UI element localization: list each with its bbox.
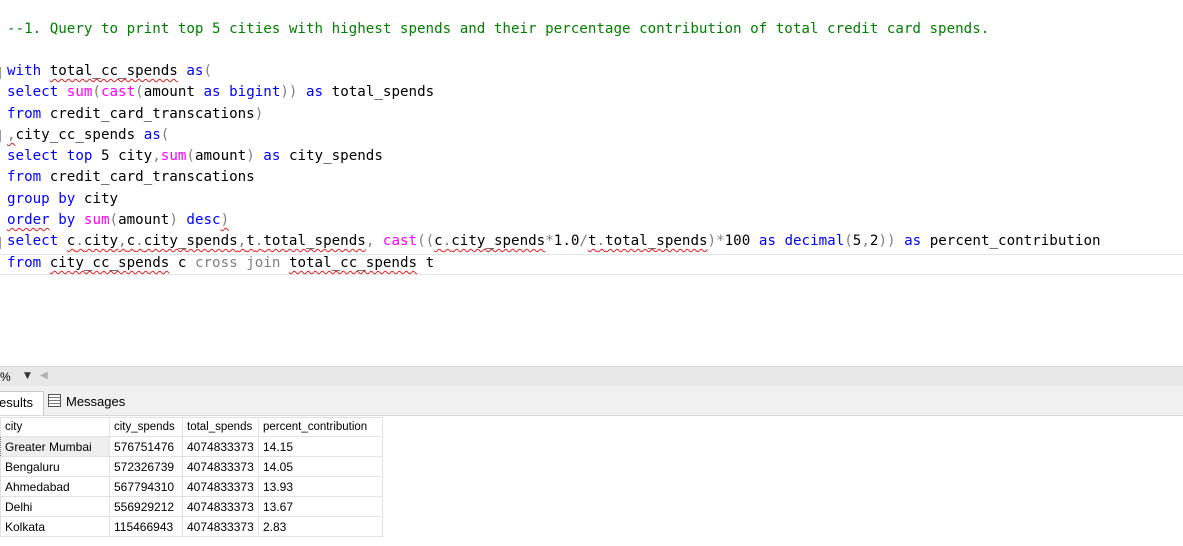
table-cell[interactable]: Kolkata	[0, 516, 110, 537]
results-grid: city city_spends total_spends percent_co…	[0, 417, 383, 537]
code-line-4: ,city_cc_spends as(	[7, 127, 170, 143]
tab-results-label: esults	[0, 395, 33, 410]
table-cell[interactable]: 4074833373	[182, 476, 259, 497]
table-cell[interactable]: 576751476	[109, 436, 183, 457]
table-cell[interactable]: Delhi	[0, 496, 110, 517]
table-cell[interactable]: Bengaluru	[0, 456, 110, 477]
table-cell[interactable]: 14.05	[258, 456, 383, 477]
editor-status-bar: % ▼ ◀	[0, 366, 1183, 387]
table-cell[interactable]: 567794310	[109, 476, 183, 497]
table-cell[interactable]: Greater Mumbai	[0, 436, 110, 457]
table-cell[interactable]: Ahmedabad	[0, 476, 110, 497]
table-row[interactable]: Ahmedabad 567794310 4074833373 13.93	[0, 476, 383, 497]
column-header[interactable]: percent_contribution	[258, 417, 383, 437]
results-pane: esults Messages city city_spends total_s…	[0, 386, 1183, 546]
table-cell[interactable]: 14.15	[258, 436, 383, 457]
table-row[interactable]: Bengaluru 572326739 4074833373 14.05	[0, 456, 383, 477]
code-line-9: select c.city,c.city_spends,t.total_spen…	[7, 233, 1101, 249]
table-cell[interactable]: 2.83	[258, 516, 383, 537]
tab-messages-label: Messages	[66, 394, 126, 409]
table-cell[interactable]: 4074833373	[182, 516, 259, 537]
table-cell[interactable]: 572326739	[109, 456, 183, 477]
table-cell[interactable]: 4074833373	[182, 436, 259, 457]
collapse-marker-icon[interactable]	[0, 67, 7, 79]
column-header[interactable]: city	[0, 417, 110, 437]
zoom-dropdown-icon[interactable]: ▼	[24, 371, 31, 381]
zoom-level[interactable]: %	[0, 370, 11, 384]
collapse-marker-icon[interactable]	[0, 130, 7, 142]
grid-header-row: city city_spends total_spends percent_co…	[0, 417, 383, 437]
code-comment: --1. Query to print top 5 cities with hi…	[7, 21, 990, 37]
table-row[interactable]: Kolkata 115466943 4074833373 2.83	[0, 516, 383, 537]
code-line-1: with total_cc_spends as(	[7, 63, 213, 79]
sql-editor[interactable]: --1. Query to print top 5 cities with hi…	[0, 0, 1183, 366]
table-row[interactable]: Delhi 556929212 4074833373 13.67	[0, 496, 383, 517]
messages-icon	[48, 394, 61, 407]
code-line-3: from credit_card_transcations)	[7, 106, 264, 122]
code-line-8: order by sum(amount) desc)	[7, 212, 230, 228]
table-cell[interactable]: 4074833373	[182, 496, 259, 517]
column-header[interactable]: total_spends	[182, 417, 259, 437]
code-line-6: from credit_card_transcations	[7, 169, 255, 185]
code-line-5: select top 5 city,sum(amount) as city_sp…	[7, 148, 383, 164]
table-row[interactable]: Greater Mumbai 576751476 4074833373 14.1…	[0, 436, 383, 457]
table-cell[interactable]: 115466943	[109, 516, 183, 537]
table-cell[interactable]: 13.67	[258, 496, 383, 517]
code-line-7: group by city	[7, 191, 119, 207]
column-header[interactable]: city_spends	[109, 417, 183, 437]
code-line-2: select sum(cast(amount as bigint)) as to…	[7, 84, 435, 100]
table-cell[interactable]: 556929212	[109, 496, 183, 517]
scroll-left-icon[interactable]: ◀	[40, 370, 48, 381]
collapse-marker-icon[interactable]	[0, 237, 7, 249]
tab-messages[interactable]: Messages	[48, 391, 125, 414]
tab-results[interactable]: esults	[0, 391, 44, 415]
results-tab-bar: esults Messages	[0, 386, 1183, 416]
code-line-10: from city_cc_spends c cross join total_c…	[7, 255, 435, 271]
table-cell[interactable]: 13.93	[258, 476, 383, 497]
table-cell[interactable]: 4074833373	[182, 456, 259, 477]
